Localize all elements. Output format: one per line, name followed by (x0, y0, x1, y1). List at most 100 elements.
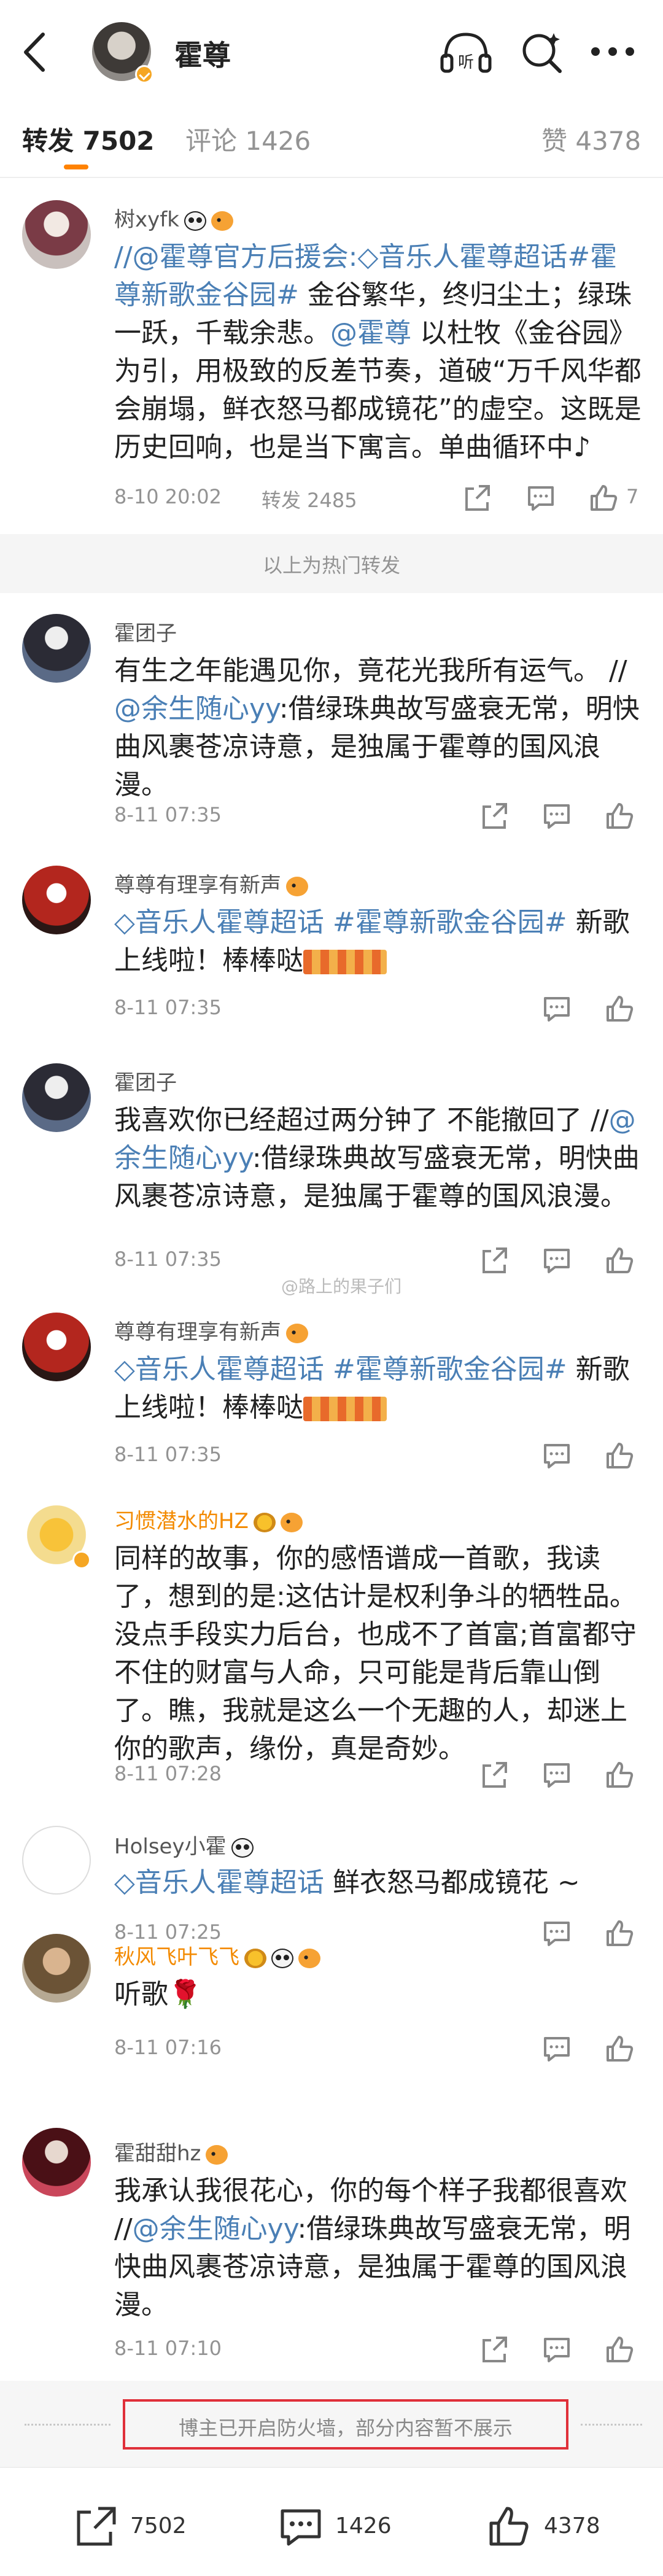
comment-body: ◇音乐人霍尊超话 #霍尊新歌金谷园# 新歌上线啦！棒棒哒 (114, 904, 642, 980)
comment-icon[interactable] (540, 1439, 573, 1472)
user-name[interactable]: 尊尊有理享有新声 (114, 868, 308, 898)
comment-body: 听歌🌹 (114, 1979, 202, 2010)
mention-link[interactable]: //@霍尊官方后援会: (114, 241, 357, 273)
list-item: 秋风飞叶飞飞 听歌🌹 8-11 07:16 (0, 1925, 663, 2103)
back-icon[interactable] (17, 26, 54, 79)
like-icon[interactable] (603, 1244, 636, 1277)
share-icon[interactable] (478, 799, 511, 832)
mention-link[interactable]: @余生随心yy (114, 693, 279, 724)
list-item: 霍甜甜hz 我承认我很花心，你的每个样子我都很喜欢 //@余生随心yy:借绿珠典… (0, 2103, 663, 2381)
timestamp: 8-11 07:35 (114, 803, 222, 826)
listen-label: 听 (458, 53, 474, 72)
timestamp: 8-11 07:10 (114, 2337, 222, 2360)
repost-count: 转发 2485 (262, 489, 357, 512)
repost-button[interactable]: 7502 (71, 2502, 194, 2551)
like-icon[interactable] (603, 992, 636, 1025)
avatar[interactable] (22, 1826, 91, 1895)
share-icon[interactable] (460, 481, 494, 514)
avatar[interactable] (22, 1313, 91, 1381)
share-icon[interactable] (478, 1244, 511, 1277)
fish-icon (298, 1948, 320, 1968)
user-name[interactable]: 习惯潜水的HZ (114, 1504, 303, 1534)
comment-icon[interactable] (540, 2032, 573, 2065)
comment-body: ◇音乐人霍尊超话 鲜衣怒马都成镜花 ~ (114, 1864, 642, 1902)
highlight-box: 博主已开启防火墙，部分内容暂不展示 (123, 2399, 568, 2450)
comment-button[interactable]: 1426 (276, 2502, 399, 2551)
tab-repost[interactable]: 转发 7502 (22, 120, 155, 158)
like-count: 7 (626, 485, 639, 508)
topic-link[interactable]: #霍尊新歌金谷园# (333, 1354, 567, 1385)
tiger-icon (244, 1948, 266, 1968)
tab-like[interactable]: 赞 4378 (541, 120, 641, 158)
hot-repost-divider: 以上为热门转发 (0, 534, 663, 593)
panda-icon (184, 211, 206, 231)
like-button[interactable]: 4378 (485, 2502, 608, 2551)
user-name[interactable]: 尊尊有理享有新声 (114, 1315, 308, 1345)
like-icon[interactable] (603, 2333, 636, 2366)
fish-icon (286, 1323, 308, 1343)
user-name[interactable]: 霍甜甜hz (114, 2136, 228, 2167)
like-icon[interactable] (603, 1439, 636, 1472)
more-icon[interactable] (582, 27, 643, 76)
repost-count: 7502 (130, 2513, 187, 2539)
topic-link[interactable]: ◇音乐人霍尊超话 (114, 1354, 324, 1385)
topic-link[interactable]: ◇音乐人霍尊超话 (114, 1867, 324, 1898)
user-name[interactable]: 树xyfk (114, 203, 233, 233)
like-icon (489, 2507, 529, 2546)
tab-bar: 转发 7502 评论 1426 赞 4378 (0, 104, 663, 178)
mention-link[interactable]: @余生随心yy (133, 2213, 298, 2244)
comment-body: ◇音乐人霍尊超话 #霍尊新歌金谷园# 新歌上线啦！棒棒哒 (114, 1351, 642, 1427)
topic-link[interactable]: #霍尊新歌金谷园# (333, 907, 567, 938)
fish-icon (206, 2144, 228, 2165)
divider-label: 以上为热门转发 (262, 554, 400, 577)
comment-icon[interactable] (540, 799, 573, 832)
divider (581, 2424, 642, 2426)
comment-icon[interactable] (524, 481, 557, 514)
verified-badge-icon (135, 65, 153, 83)
text: 鲜衣怒马都成镜花 ~ (324, 1867, 580, 1898)
comment-body: 同样的故事，你的感悟谱成一首歌，我读了，想到的是:这估计是权利争斗的牺牲品。没点… (114, 1543, 637, 1764)
avatar[interactable] (22, 2128, 91, 2197)
like-icon[interactable] (603, 2032, 636, 2065)
comment-body: 我承认我很花心，你的每个样子我都很喜欢 //@余生随心yy:借绿珠典故写盛衰无常… (114, 2172, 642, 2324)
panda-icon (271, 1948, 293, 1968)
verified-badge-icon (72, 1551, 91, 1569)
topic-link[interactable]: ◇音乐人霍尊超话 (357, 241, 567, 273)
user-name[interactable]: 霍团子 (114, 616, 177, 646)
avatar[interactable] (22, 1063, 91, 1132)
page-title: 霍尊 (174, 39, 231, 72)
top-nav-bar: 霍尊 听 (0, 0, 663, 104)
like-icon[interactable] (603, 799, 636, 832)
user-name[interactable]: 霍团子 (114, 1066, 177, 1096)
timestamp: 8-11 07:35 (114, 1247, 222, 1271)
topic-link[interactable]: ◇音乐人霍尊超话 (114, 907, 324, 938)
share-icon[interactable] (478, 2333, 511, 2366)
comment-icon[interactable] (540, 2333, 573, 2366)
text: 我喜欢你已经超过两分钟了 不能撤回了 // (114, 1104, 609, 1136)
panda-icon (231, 1837, 254, 1858)
avatar[interactable] (22, 614, 91, 683)
comment-icon[interactable] (540, 992, 573, 1025)
like-icon[interactable] (587, 481, 620, 514)
comment-count: 1426 (335, 2513, 392, 2539)
tab-comment[interactable]: 评论 1426 (185, 120, 311, 158)
list-item: 霍团子 有生之年能遇见你，竟花光我所有运气。 //@余生随心yy:借绿珠典故写盛… (0, 593, 663, 839)
share-icon[interactable] (478, 1758, 511, 1791)
avatar[interactable] (22, 1934, 91, 2003)
user-name[interactable]: 秋风飞叶飞飞 (114, 1940, 320, 1970)
timestamp: 8-10 20:02 (114, 485, 222, 508)
like-icon[interactable] (603, 1758, 636, 1791)
mention-link[interactable]: @霍尊 (330, 317, 411, 349)
comment-body: 有生之年能遇见你，竟花光我所有运气。 //@余生随心yy:借绿珠典故写盛衰无常，… (114, 652, 642, 804)
avatar[interactable] (22, 200, 91, 269)
firewall-notice: 博主已开启防火墙，部分内容暂不展示 (178, 2416, 513, 2440)
user-name[interactable]: Holsey小霍 (114, 1829, 254, 1860)
avatar[interactable] (22, 866, 91, 934)
list-item: 习惯潜水的HZ 同样的故事，你的感悟谱成一首歌，我读了，想到的是:这估计是权利争… (0, 1489, 663, 1809)
listen-button[interactable]: 听 (438, 27, 494, 76)
comment-icon[interactable] (540, 1758, 573, 1791)
comment-icon[interactable] (540, 1244, 573, 1277)
active-tab-indicator (64, 165, 88, 169)
list-item: 尊尊有理享有新声 ◇音乐人霍尊超话 #霍尊新歌金谷园# 新歌上线啦！棒棒哒 8-… (0, 839, 663, 1041)
search-icon[interactable] (516, 27, 567, 76)
